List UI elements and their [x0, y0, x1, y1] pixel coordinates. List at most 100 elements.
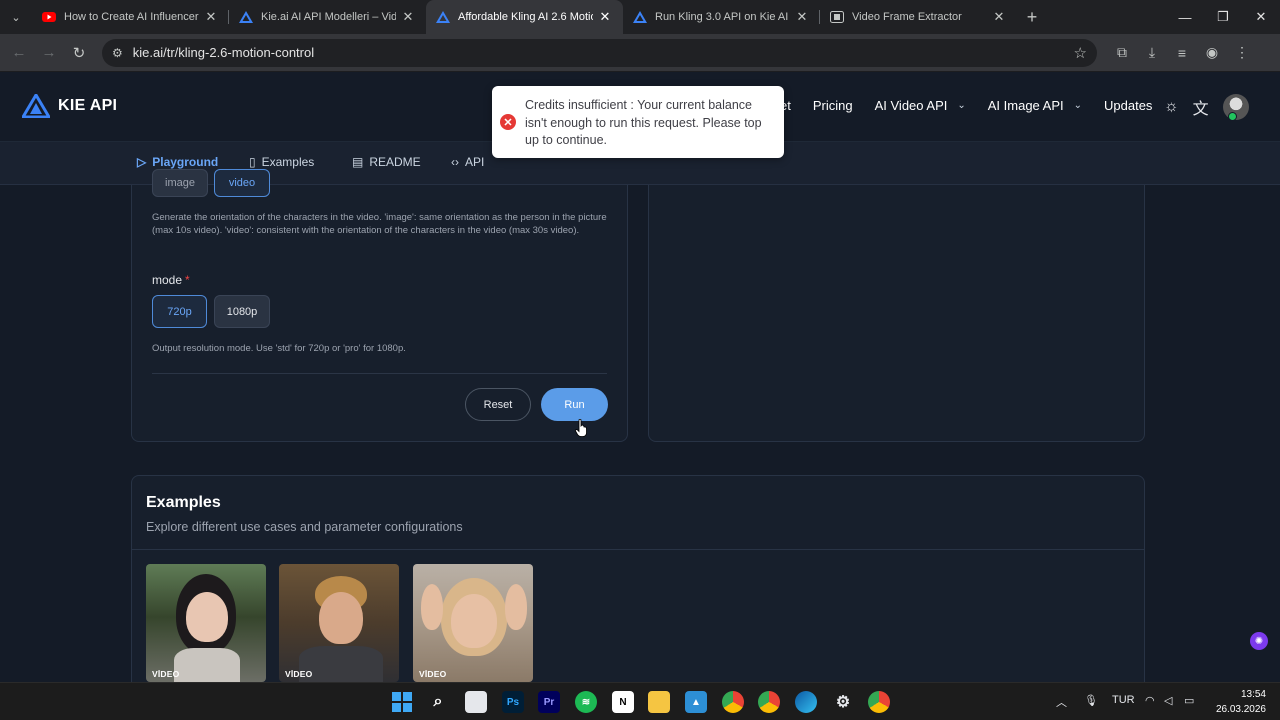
orientation-option-image[interactable]: image: [152, 169, 208, 197]
kie-icon: [633, 10, 647, 24]
video-tag: VİDEO: [152, 669, 180, 679]
youtube-icon: [42, 10, 56, 24]
chrome-profile-icon[interactable]: [868, 691, 890, 713]
tab-search-chevron-icon[interactable]: ⌄: [0, 0, 32, 34]
orientation-option-video[interactable]: video: [214, 169, 270, 197]
run-button[interactable]: Run: [541, 388, 608, 421]
logo-text: KIE API: [58, 97, 118, 114]
profile-icon[interactable]: ◉: [1197, 44, 1227, 61]
close-tab-icon[interactable]: ✕: [794, 9, 810, 25]
tab-readme[interactable]: ▤ README: [352, 155, 421, 169]
window-controls: — ❐ ✕: [1166, 0, 1280, 34]
file-explorer-icon[interactable]: [648, 691, 670, 713]
language-indicator[interactable]: TUR: [1112, 694, 1135, 706]
mode-label: mode *: [152, 273, 190, 287]
new-tab-icon[interactable]: +: [1017, 0, 1047, 34]
nav-item-ai-video-api[interactable]: AI Video API ⌄: [875, 98, 966, 113]
settings-gear-icon[interactable]: ⚙: [832, 691, 854, 713]
volume-icon[interactable]: ◁: [1164, 694, 1172, 707]
minimize-icon[interactable]: —: [1166, 0, 1204, 34]
examples-subtitle: Explore different use cases and paramete…: [146, 520, 463, 534]
book-icon: ▯: [249, 155, 256, 169]
extensions-icon[interactable]: ⧉: [1107, 44, 1137, 61]
browser-tab[interactable]: How to Create AI Influencer For ✕: [32, 0, 229, 34]
browser-tab-strip: ⌄ How to Create AI Influencer For ✕ Kie.…: [0, 0, 1280, 34]
error-toast: ✕ Credits insufficient : Your current ba…: [492, 86, 784, 158]
browser-tab[interactable]: Run Kling 3.0 API on Kie AI with ✕: [623, 0, 820, 34]
site-settings-icon[interactable]: ⚙: [112, 46, 123, 60]
close-window-icon[interactable]: ✕: [1242, 0, 1280, 34]
tab-title: Kie.ai AI API Modelleri – Video,: [261, 11, 396, 23]
close-tab-icon[interactable]: ✕: [597, 9, 613, 25]
online-status-dot: [1227, 112, 1237, 121]
examples-divider: [132, 549, 1144, 550]
close-tab-icon[interactable]: ✕: [400, 9, 416, 25]
chevron-down-icon: ⌄: [957, 100, 966, 111]
address-bar[interactable]: ⚙ kie.ai/tr/kling-2.6-motion-control ☆: [102, 38, 1097, 67]
browser-tab[interactable]: Video Frame Extractor ✕: [820, 0, 1017, 34]
mouse-cursor-icon: [575, 419, 587, 437]
download-icon[interactable]: ⤓: [1137, 44, 1167, 61]
close-tab-icon[interactable]: ✕: [991, 9, 1007, 25]
spotify-icon[interactable]: ≋: [575, 691, 597, 713]
chevron-down-icon: ⌄: [1073, 100, 1083, 111]
search-icon[interactable]: ⌕: [427, 691, 449, 713]
photos-icon[interactable]: ▲: [685, 691, 707, 713]
example-video-thumbnail[interactable]: VİDEO: [413, 564, 533, 682]
nav-item-updates[interactable]: Updates: [1104, 98, 1152, 113]
windows-start-icon[interactable]: [391, 691, 413, 713]
reload-icon[interactable]: ↻: [64, 44, 94, 62]
avatar[interactable]: [1222, 94, 1249, 121]
tab-api[interactable]: ‹› API: [451, 155, 484, 169]
document-icon: ▤: [352, 155, 364, 169]
edge-icon[interactable]: [795, 691, 817, 713]
windows-taskbar: ⌕ Ps Pr ≋ N ▲ ⚙ ︿ 🎙 TUR ◠ ◁ ▭ 13:54 26.0…: [0, 682, 1280, 720]
theme-toggle-sun-icon[interactable]: ☼: [1164, 98, 1179, 116]
maximize-icon[interactable]: ❐: [1204, 0, 1242, 34]
bookmark-star-icon[interactable]: ☆: [1074, 44, 1087, 62]
kie-icon: [239, 10, 253, 24]
task-view-icon[interactable]: [465, 691, 487, 713]
premiere-icon[interactable]: Pr: [538, 691, 560, 713]
example-video-thumbnail[interactable]: VİDEO: [146, 564, 266, 682]
tab-title: How to Create AI Influencer For: [64, 11, 199, 23]
browser-tab-active[interactable]: Affordable Kling AI 2.6 Motion ✕: [426, 0, 623, 34]
tab-playground[interactable]: ▷ Playground: [137, 155, 218, 169]
notion-icon[interactable]: N: [612, 691, 634, 713]
battery-icon[interactable]: ▭: [1184, 694, 1194, 707]
wifi-icon[interactable]: ◠: [1145, 694, 1155, 707]
nav-item-pricing[interactable]: Pricing: [813, 98, 853, 113]
mode-option-1080p[interactable]: 1080p: [214, 295, 270, 328]
browser-tab[interactable]: Kie.ai AI API Modelleri – Video, ✕: [229, 0, 426, 34]
reset-button[interactable]: Reset: [465, 388, 531, 421]
examples-title: Examples: [146, 494, 221, 511]
language-icon[interactable]: 文: [1193, 95, 1209, 119]
example-video-thumbnail[interactable]: VİDEO: [279, 564, 399, 682]
tray-overflow-icon[interactable]: ︿: [1056, 694, 1067, 710]
chrome-profile-icon[interactable]: [758, 691, 780, 713]
tab-title: Affordable Kling AI 2.6 Motion: [458, 11, 593, 23]
code-icon: ‹›: [451, 155, 459, 169]
clock-date: 26.03.2026: [1215, 704, 1266, 715]
microphone-icon[interactable]: 🎙: [1084, 694, 1098, 707]
photoshop-icon[interactable]: Ps: [502, 691, 524, 713]
system-clock[interactable]: 13:54 26.03.2026: [1212, 687, 1266, 717]
floating-assistant-icon[interactable]: ✺: [1250, 632, 1268, 650]
tab-title: Video Frame Extractor: [852, 11, 962, 23]
orientation-help-text: Generate the orientation of the characte…: [152, 212, 607, 237]
mode-option-720p[interactable]: 720p: [152, 295, 207, 328]
url-text: kie.ai/tr/kling-2.6-motion-control: [132, 45, 315, 60]
back-icon[interactable]: ←: [4, 44, 34, 61]
forward-icon[interactable]: →: [34, 44, 64, 61]
nav-item-ai-image-api[interactable]: AI Image API ⌄: [988, 98, 1082, 113]
media-control-icon[interactable]: ≡: [1167, 44, 1197, 61]
chrome-icon[interactable]: [722, 691, 744, 713]
clock-time: 13:54: [1240, 689, 1266, 700]
form-divider: [152, 373, 607, 374]
video-tag: VİDEO: [285, 669, 313, 679]
tab-examples[interactable]: ▯ Examples: [249, 155, 314, 169]
close-tab-icon[interactable]: ✕: [203, 9, 219, 25]
browser-menu-icon[interactable]: ⋮: [1227, 44, 1257, 61]
main-nav: et Pricing AI Video API ⌄ AI Image API ⌄ U…: [780, 98, 1174, 113]
site-logo[interactable]: KIE API: [22, 94, 117, 118]
